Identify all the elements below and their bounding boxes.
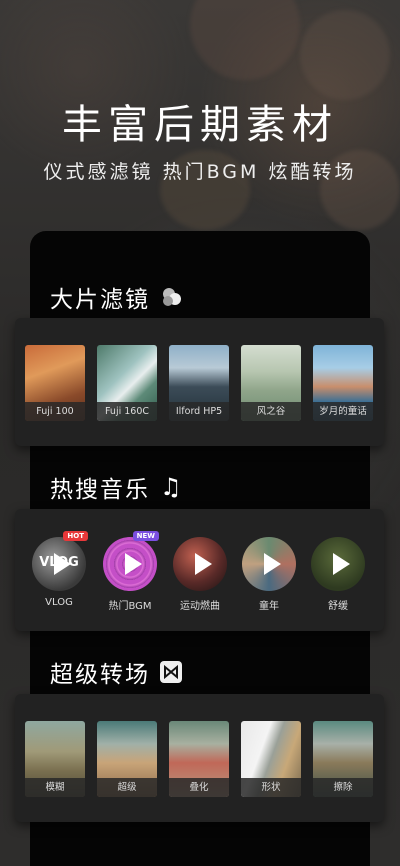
music-note-icon: ♫ bbox=[160, 473, 184, 501]
transition-label: 形状 bbox=[241, 778, 301, 797]
filter-label: 岁月的童话 bbox=[313, 402, 373, 421]
transition-thumb-super[interactable]: 超级 bbox=[97, 721, 157, 797]
overlap-circles-icon bbox=[163, 288, 181, 306]
music-label: 热门BGM bbox=[108, 601, 152, 612]
music-item-childhood[interactable]: 童年 bbox=[242, 537, 296, 612]
filter-thumb-fuji100[interactable]: Fuji 100 bbox=[25, 345, 85, 421]
transition-label: 模糊 bbox=[25, 778, 85, 797]
music-title-text: 热搜音乐 bbox=[50, 477, 150, 503]
music-disc bbox=[173, 537, 227, 591]
filter-label: 风之谷 bbox=[241, 402, 301, 421]
transition-thumb-blur[interactable]: 模糊 bbox=[25, 721, 85, 797]
filter-label: Fuji 100 bbox=[25, 402, 85, 421]
bokeh-light bbox=[300, 10, 390, 100]
filter-thumb-ilfordhp5[interactable]: Ilford HP5 bbox=[169, 345, 229, 421]
play-icon bbox=[195, 553, 212, 575]
music-label: 运动燃曲 bbox=[180, 601, 220, 612]
music-disc bbox=[242, 537, 296, 591]
music-section-title: 热搜音乐 ♫ bbox=[50, 470, 184, 504]
music-item-soothing[interactable]: 舒缓 bbox=[311, 537, 365, 612]
play-icon bbox=[125, 553, 142, 575]
hot-badge: HOT bbox=[63, 531, 88, 541]
music-item-hotbgm[interactable]: NEW 热门BGM bbox=[103, 531, 159, 612]
transition-label: 擦除 bbox=[313, 778, 373, 797]
music-card: VLOG HOT VLOG NEW 热门BGM 运动燃曲 童年 舒缓 bbox=[15, 509, 384, 631]
play-icon bbox=[54, 553, 71, 575]
play-icon bbox=[333, 553, 350, 575]
new-badge: NEW bbox=[132, 531, 159, 541]
music-disc: VLOG bbox=[32, 537, 86, 591]
hero-subtitle: 仪式感滤镜 热门BGM 炫酷转场 bbox=[43, 161, 357, 183]
music-item-vlog[interactable]: VLOG HOT VLOG bbox=[32, 531, 88, 608]
hero-title: 丰富后期素材 bbox=[62, 102, 338, 148]
filter-label: Fuji 160C bbox=[97, 402, 157, 421]
filter-thumb-suiyue[interactable]: 岁月的童话 bbox=[313, 345, 373, 421]
music-label: 舒缓 bbox=[328, 601, 348, 612]
transition-label: 超级 bbox=[97, 778, 157, 797]
filter-label: Ilford HP5 bbox=[169, 402, 229, 421]
bokeh-light bbox=[190, 0, 300, 80]
music-disc bbox=[103, 537, 157, 591]
play-icon bbox=[264, 553, 281, 575]
music-disc bbox=[311, 537, 365, 591]
transition-thumb-wipe[interactable]: 擦除 bbox=[313, 721, 373, 797]
filter-thumb-fuji160c[interactable]: Fuji 160C bbox=[97, 345, 157, 421]
filters-title-text: 大片滤镜 bbox=[50, 287, 150, 313]
transition-label: 叠化 bbox=[169, 778, 229, 797]
transitions-section-title: 超级转场 bbox=[50, 655, 182, 689]
filter-thumb-fengzhigu[interactable]: 风之谷 bbox=[241, 345, 301, 421]
transition-thumb-shape[interactable]: 形状 bbox=[241, 721, 301, 797]
transitions-title-text: 超级转场 bbox=[50, 662, 150, 688]
music-label: 童年 bbox=[259, 601, 279, 612]
music-label: VLOG bbox=[45, 597, 73, 608]
transition-thumb-dissolve[interactable]: 叠化 bbox=[169, 721, 229, 797]
filters-card: Fuji 100 Fuji 160C Ilford HP5 风之谷 岁月的童话 bbox=[15, 318, 384, 446]
bowtie-icon bbox=[160, 661, 182, 683]
filters-section-title: 大片滤镜 bbox=[50, 280, 184, 314]
music-item-sport[interactable]: 运动燃曲 bbox=[173, 537, 227, 612]
transitions-card: 模糊 超级 叠化 形状 擦除 bbox=[15, 694, 384, 822]
